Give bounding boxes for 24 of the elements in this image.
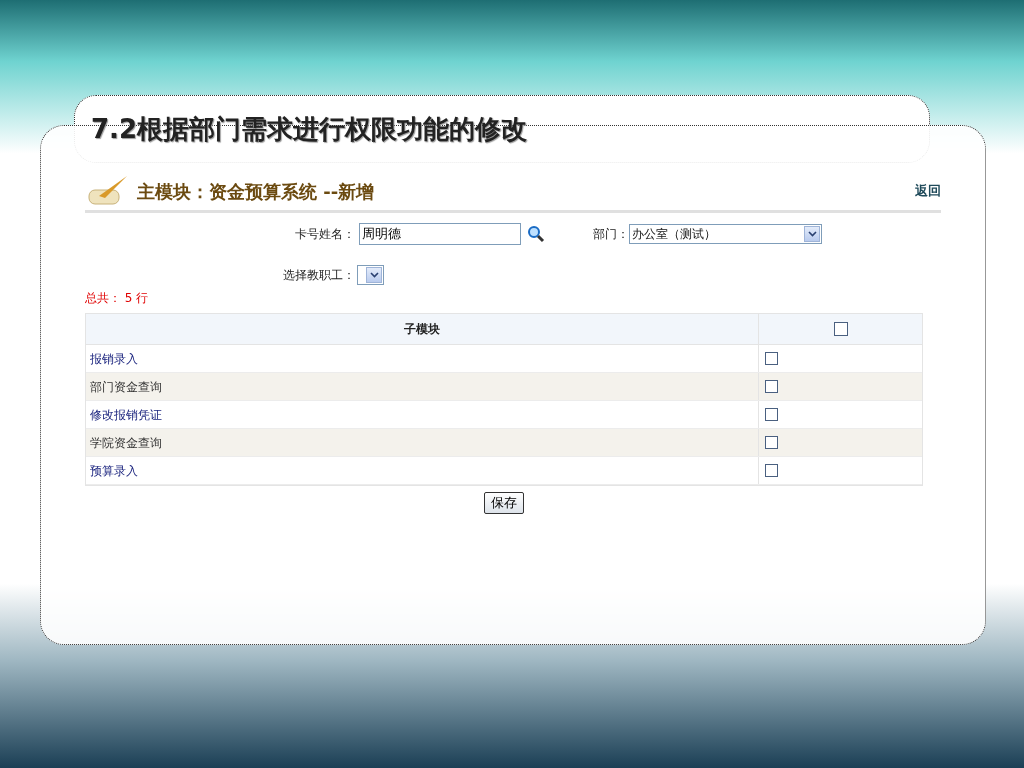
module-name: 学院资金查询 <box>90 434 162 452</box>
module-name: 部门资金查询 <box>90 378 162 396</box>
checkbox[interactable] <box>765 352 778 365</box>
checkbox[interactable] <box>833 322 848 336</box>
field-label: 选择教职工： <box>282 267 355 284</box>
module-name: 报销录入 <box>90 350 138 368</box>
module-name: 预算录入 <box>90 462 138 480</box>
column-header: 子模块 <box>86 314 759 344</box>
department-dropdown[interactable]: 办公室（测试） <box>629 224 822 244</box>
back-link[interactable]: 返回 <box>915 181 941 201</box>
name-input-field[interactable]: 周明德 <box>359 223 521 245</box>
search-icon[interactable] <box>527 225 545 243</box>
page-title: 主模块：资金预算系统 --新增 <box>137 179 375 204</box>
slide-title: 7.2根据部门需求进行权限功能的修改 <box>91 112 528 146</box>
module-name: 修改报销凭证 <box>90 406 162 424</box>
field-label: 卡号姓名： <box>294 226 355 243</box>
checkbox[interactable] <box>765 380 778 393</box>
total-count: 总共： 5 行 <box>85 290 150 307</box>
checkbox[interactable] <box>765 464 778 477</box>
save-button[interactable]: 保存 <box>484 492 524 514</box>
checkbox[interactable] <box>765 436 778 449</box>
staff-dropdown[interactable] <box>357 265 384 285</box>
checkbox[interactable] <box>765 408 778 421</box>
field-label: 部门： <box>593 226 629 243</box>
